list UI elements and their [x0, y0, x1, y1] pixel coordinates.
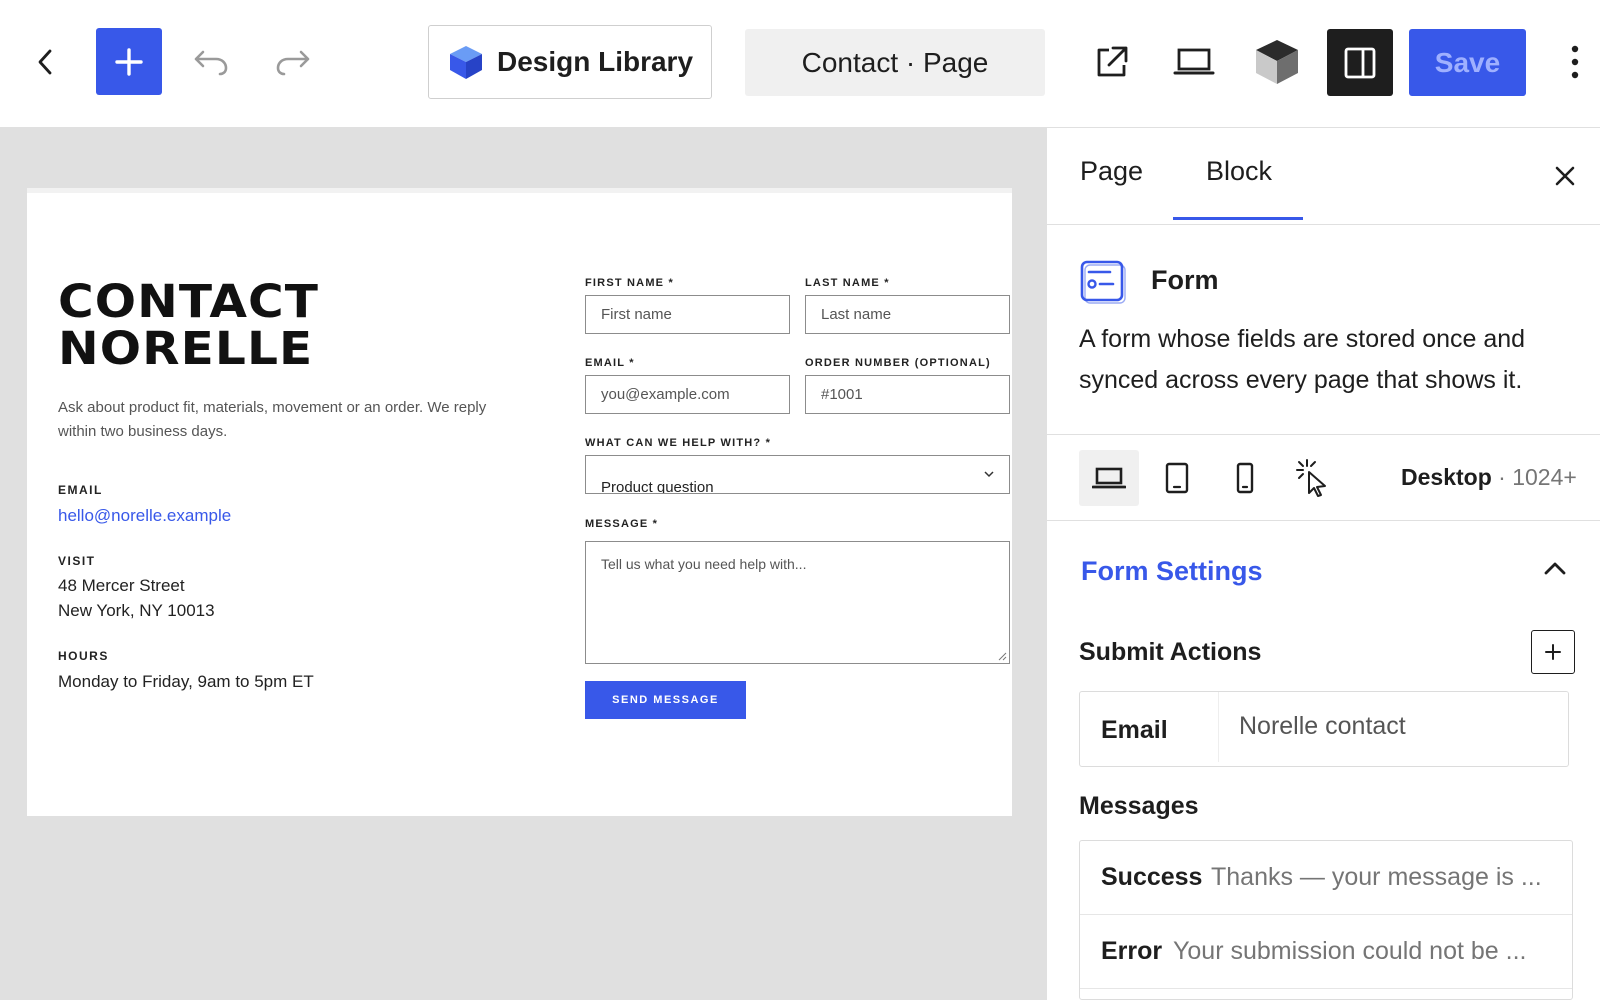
back-button[interactable]	[26, 40, 66, 84]
tablet-device-button[interactable]	[1147, 450, 1207, 506]
tab-block[interactable]: Block	[1173, 156, 1304, 220]
redo-icon	[276, 50, 310, 76]
success-label: Success	[1101, 863, 1203, 891]
save-button[interactable]: Save	[1409, 29, 1526, 96]
email-link[interactable]: hello@norelle.example	[58, 503, 231, 528]
last-name-placeholder: Last name	[821, 306, 892, 323]
send-message-button[interactable]: SEND MESSAGE	[585, 681, 746, 719]
document-title-button[interactable]: Contact · Page	[745, 29, 1045, 96]
device-preview-button[interactable]	[1170, 40, 1218, 84]
sidebar-tabs: Page Block	[1047, 128, 1600, 225]
plus-icon	[1545, 644, 1561, 660]
design-library-button[interactable]: Design Library	[428, 25, 712, 99]
device-label: Desktop · 1024+	[1401, 464, 1577, 490]
more-vertical-icon	[1571, 45, 1579, 79]
page-preview[interactable]: CONTACT NORELLE Ask about product fit, m…	[27, 188, 1012, 816]
redo-button[interactable]	[270, 40, 316, 84]
cube-dark-icon	[1256, 40, 1298, 84]
mobile-icon	[1236, 462, 1254, 494]
email-field-label: EMAIL *	[585, 357, 635, 369]
error-label: Error	[1101, 937, 1163, 965]
submit-action-row[interactable]: Email Norelle contact	[1079, 691, 1569, 767]
resize-handle-icon[interactable]	[997, 651, 1007, 661]
block-name: Form	[1151, 265, 1219, 295]
help-topic-label: WHAT CAN WE HELP WITH? *	[585, 437, 772, 449]
first-name-label: FIRST NAME *	[585, 277, 674, 289]
close-sidebar-button[interactable]	[1547, 158, 1583, 194]
message-textarea[interactable]: Tell us what you need help with...	[585, 541, 1010, 664]
submit-actions-label: Submit Actions	[1079, 638, 1262, 666]
chevron-down-icon	[984, 471, 994, 478]
block-card: Form A form whose fields are stored once…	[1047, 225, 1600, 435]
view-page-button[interactable]	[1090, 40, 1134, 84]
add-submit-action-button[interactable]	[1531, 630, 1575, 674]
messages-list: Success Thanks — your message is ... Err…	[1079, 840, 1573, 1000]
document-title: Contact · Page	[801, 46, 989, 78]
action-type: Email	[1101, 716, 1168, 744]
interaction-state-button[interactable]	[1283, 450, 1343, 506]
success-message-value: Thanks — your message is ...	[1211, 863, 1542, 891]
design-library-label: Design Library	[496, 46, 694, 77]
last-name-field[interactable]: Last name	[805, 295, 1010, 334]
action-name-field[interactable]: Norelle contact	[1218, 692, 1568, 762]
cursor-click-icon	[1296, 459, 1326, 497]
desktop-device-button[interactable]	[1079, 450, 1139, 506]
error-message-row[interactable]: Error Your submission could not be ...	[1080, 915, 1572, 989]
form-block-icon	[1080, 260, 1126, 304]
error-message-value: Your submission could not be ...	[1173, 937, 1527, 965]
order-number-field[interactable]: #1001	[805, 375, 1010, 414]
first-name-placeholder: First name	[601, 306, 672, 323]
plus-icon	[115, 47, 143, 76]
tablet-icon	[1165, 462, 1189, 494]
undo-icon	[194, 50, 228, 76]
editor-canvas: CONTACT NORELLE Ask about product fit, m…	[0, 128, 1046, 1000]
messages-label: Messages	[1079, 792, 1199, 820]
address-line-1: 48 Mercer Street	[58, 576, 185, 595]
chevron-up-icon	[1544, 562, 1566, 575]
add-block-button[interactable]	[96, 28, 162, 95]
first-name-field[interactable]: First name	[585, 295, 790, 334]
device-range: 1024+	[1512, 464, 1577, 490]
hours-value: Monday to Friday, 9am to 5pm ET	[58, 672, 314, 691]
laptop-icon	[1092, 467, 1126, 489]
order-number-label: ORDER NUMBER (OPTIONAL)	[805, 357, 991, 369]
page-heading[interactable]: CONTACT NORELLE	[58, 278, 319, 372]
email-placeholder: you@example.com	[601, 386, 730, 403]
cube-icon	[449, 46, 482, 79]
email-info-label: EMAIL	[58, 483, 103, 497]
help-topic-select[interactable]: Product question	[585, 455, 1010, 494]
mobile-device-button[interactable]	[1215, 450, 1275, 506]
chevron-left-icon	[38, 49, 52, 75]
visit-info-label: VISIT	[58, 554, 96, 568]
sidebar-toggle-icon	[1344, 47, 1376, 78]
heading-line-1: CONTACT	[58, 275, 320, 328]
collapse-panel-button[interactable]	[1537, 550, 1573, 586]
success-message-row[interactable]: Success Thanks — your message is ...	[1080, 841, 1572, 915]
address-line-2: New York, NY 10013	[58, 601, 215, 620]
device-name: Desktop	[1401, 464, 1492, 490]
help-topic-value: Product question	[601, 479, 714, 494]
external-link-icon	[1097, 46, 1128, 77]
block-description: A form whose fields are stored once and …	[1079, 325, 1526, 394]
device-switcher: Desktop · 1024+	[1047, 435, 1600, 521]
more-options-button[interactable]	[1560, 40, 1590, 84]
settings-sidebar-toggle[interactable]	[1327, 29, 1393, 96]
message-label: MESSAGE *	[585, 518, 659, 530]
close-icon	[1555, 166, 1575, 186]
intro-paragraph[interactable]: Ask about product fit, materials, moveme…	[58, 396, 498, 444]
last-name-label: LAST NAME *	[805, 277, 890, 289]
form-settings-title[interactable]: Form Settings	[1081, 556, 1263, 587]
tab-page[interactable]: Page	[1080, 156, 1143, 217]
editor-toolbar: Design Library Contact · Page Save	[0, 0, 1600, 128]
undo-button[interactable]	[188, 40, 234, 84]
block-library-button[interactable]	[1251, 36, 1303, 88]
message-placeholder: Tell us what you need help with...	[601, 556, 807, 572]
heading-line-2: NORELLE	[58, 322, 314, 375]
laptop-icon	[1173, 48, 1215, 75]
order-number-placeholder: #1001	[821, 386, 863, 403]
settings-sidebar: Page Block Form A form whose fields are …	[1046, 128, 1600, 1000]
email-field[interactable]: you@example.com	[585, 375, 790, 414]
save-label: Save	[1434, 46, 1501, 78]
hours-info-label: HOURS	[58, 649, 109, 663]
